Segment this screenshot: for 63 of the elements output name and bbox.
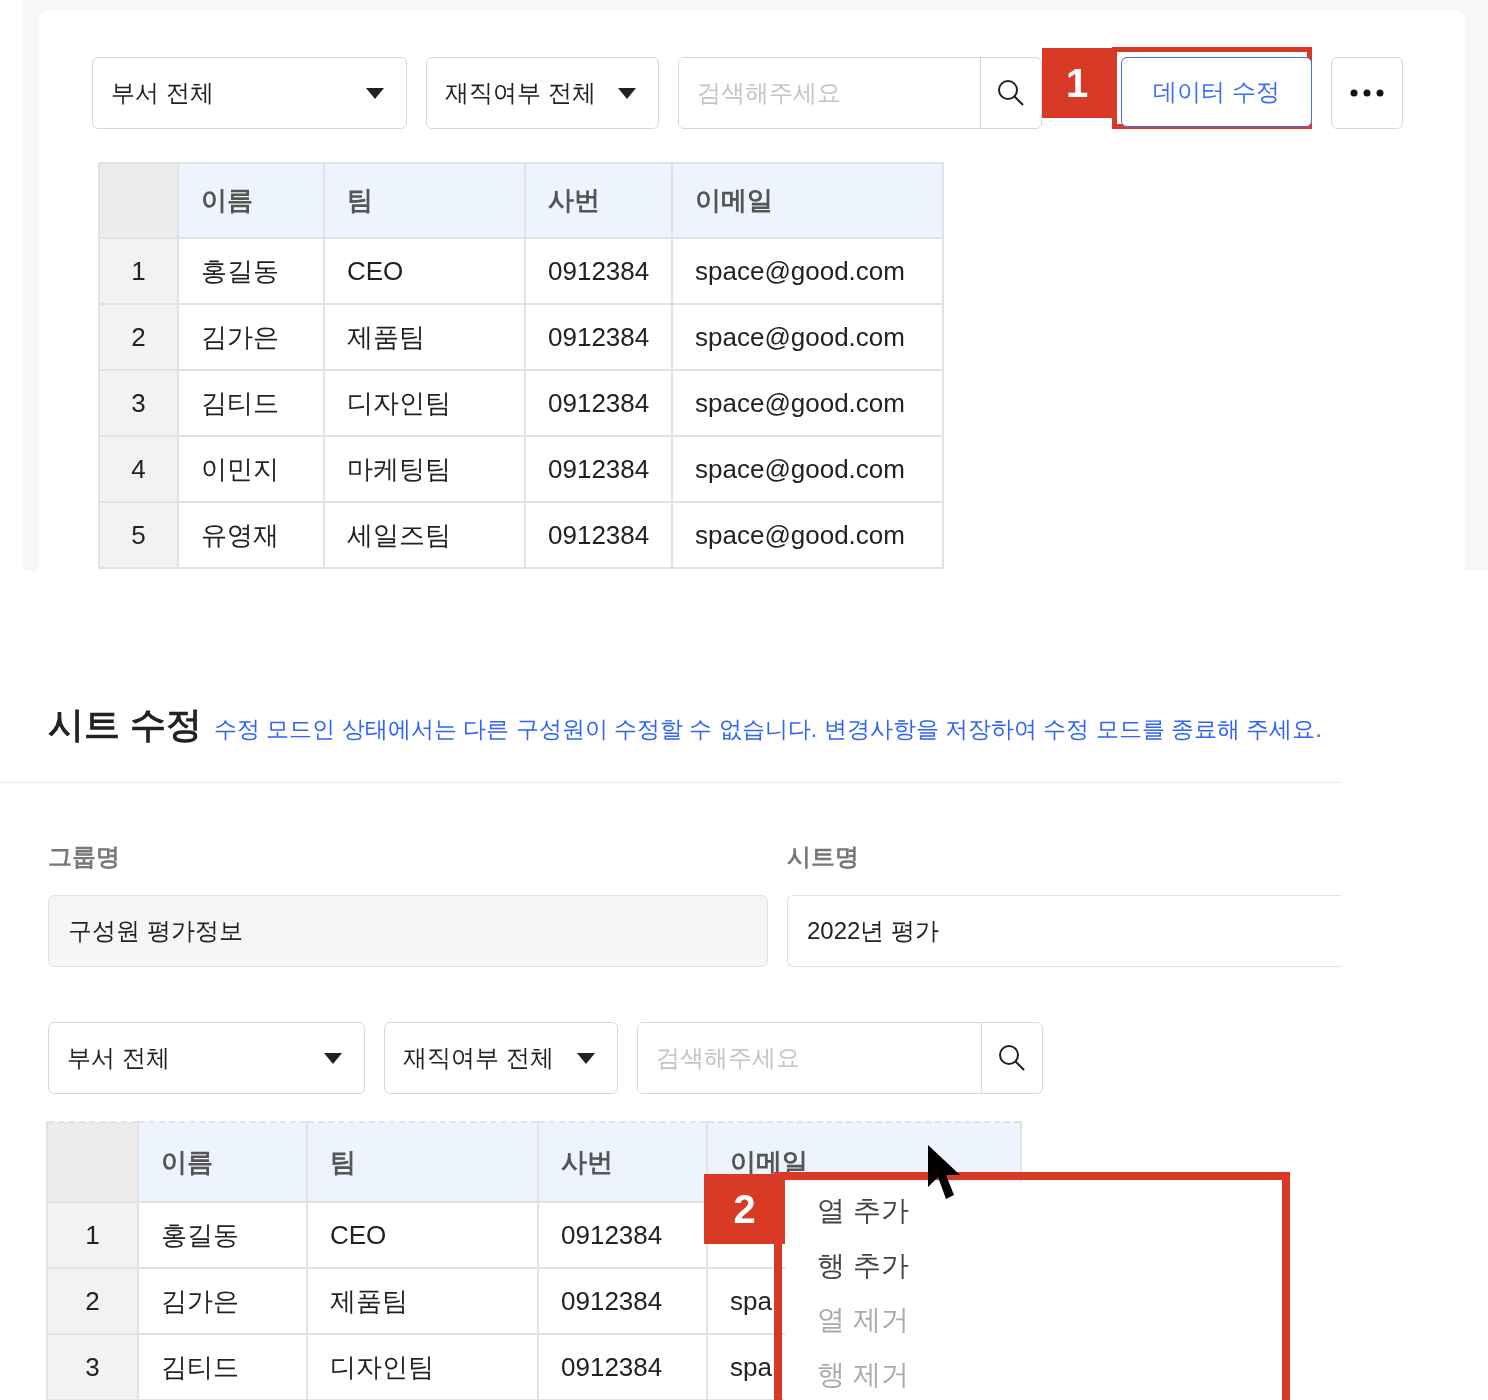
row-number: 1: [47, 1202, 138, 1268]
table-cell: 제품팀: [324, 304, 525, 370]
table-cell: 세일즈팀: [324, 502, 525, 568]
table-cell: 0912384: [525, 304, 672, 370]
edit-data-button[interactable]: 데이터 수정: [1121, 57, 1312, 127]
table-cell: 김가은: [178, 304, 324, 370]
table-cell: 홍길동: [178, 238, 324, 304]
table-cell: 제품팀: [307, 1268, 538, 1334]
more-icon[interactable]: [1350, 89, 1384, 97]
department-dropdown[interactable]: 부서 전체: [92, 57, 407, 129]
table-cell: 유영재: [178, 502, 324, 568]
table-cell: 0912384: [538, 1334, 707, 1400]
column-header: 사번: [525, 163, 672, 238]
table-cell: 디자인팀: [324, 370, 525, 436]
search-icon[interactable]: [996, 78, 1026, 108]
table-cell: space@good.com: [672, 238, 943, 304]
row-number: 4: [99, 436, 178, 502]
search-icon[interactable]: [997, 1043, 1027, 1073]
table-cell: space@good.com: [672, 370, 943, 436]
column-header: 이름: [138, 1122, 307, 1202]
table-cell: CEO: [324, 238, 525, 304]
step-marker: 2: [704, 1174, 785, 1244]
row-number: 2: [99, 304, 178, 370]
employment-dropdown[interactable]: 재직여부 전체: [426, 57, 659, 129]
group-name-label: 그룹명: [48, 842, 121, 872]
table-cell: 홍길동: [138, 1202, 307, 1268]
column-header: 팀: [324, 163, 525, 238]
cursor-icon: [927, 1144, 961, 1200]
edit-mode-notice: 수정 모드인 상태에서는 다른 구성원이 수정할 수 없습니다. 변경사항을 저장하여 수정 모드를 종료해 주세요.: [214, 715, 1322, 744]
table-cell: space@good.com: [672, 304, 943, 370]
table-cell: 김가은: [138, 1268, 307, 1334]
column-header: 이메일: [672, 163, 943, 238]
table-cell: CEO: [307, 1202, 538, 1268]
sheet-name-label: 시트명: [787, 842, 860, 872]
sheet-name-field[interactable]: 2022년 평가: [787, 895, 1341, 967]
column-header: 사번: [538, 1122, 707, 1202]
row-number: 3: [47, 1334, 138, 1400]
row-number: 3: [99, 370, 178, 436]
employment-dropdown[interactable]: 재직여부 전체: [384, 1022, 618, 1094]
table-cell: space@good.com: [672, 502, 943, 568]
column-header: 팀: [307, 1122, 538, 1202]
table-cell: 마케팅팀: [324, 436, 525, 502]
sheet-edit-title: 시트 수정: [48, 703, 202, 747]
step-marker: 1: [1042, 48, 1112, 118]
row-number: 1: [99, 238, 178, 304]
row-number: 5: [99, 502, 178, 568]
table-cell: 0912384: [525, 436, 672, 502]
table-cell: 0912384: [525, 370, 672, 436]
table-cell: 0912384: [538, 1268, 707, 1334]
table-cell: 0912384: [525, 502, 672, 568]
table-cell: 김티드: [178, 370, 324, 436]
group-name-field: 구성원 평가정보: [48, 895, 768, 967]
more-button[interactable]: [1331, 57, 1403, 129]
row-number: 2: [47, 1268, 138, 1334]
column-header: 이름: [178, 163, 324, 238]
table-cell: 이민지: [178, 436, 324, 502]
table-cell: 0912384: [525, 238, 672, 304]
table-cell: 김티드: [138, 1334, 307, 1400]
search-field[interactable]: 검색해주세요: [678, 57, 1042, 129]
search-field[interactable]: 검색해주세요: [637, 1022, 1043, 1094]
department-dropdown[interactable]: 부서 전체: [48, 1022, 365, 1094]
table-cell: space@good.com: [672, 436, 943, 502]
table-cell: 디자인팀: [307, 1334, 538, 1400]
